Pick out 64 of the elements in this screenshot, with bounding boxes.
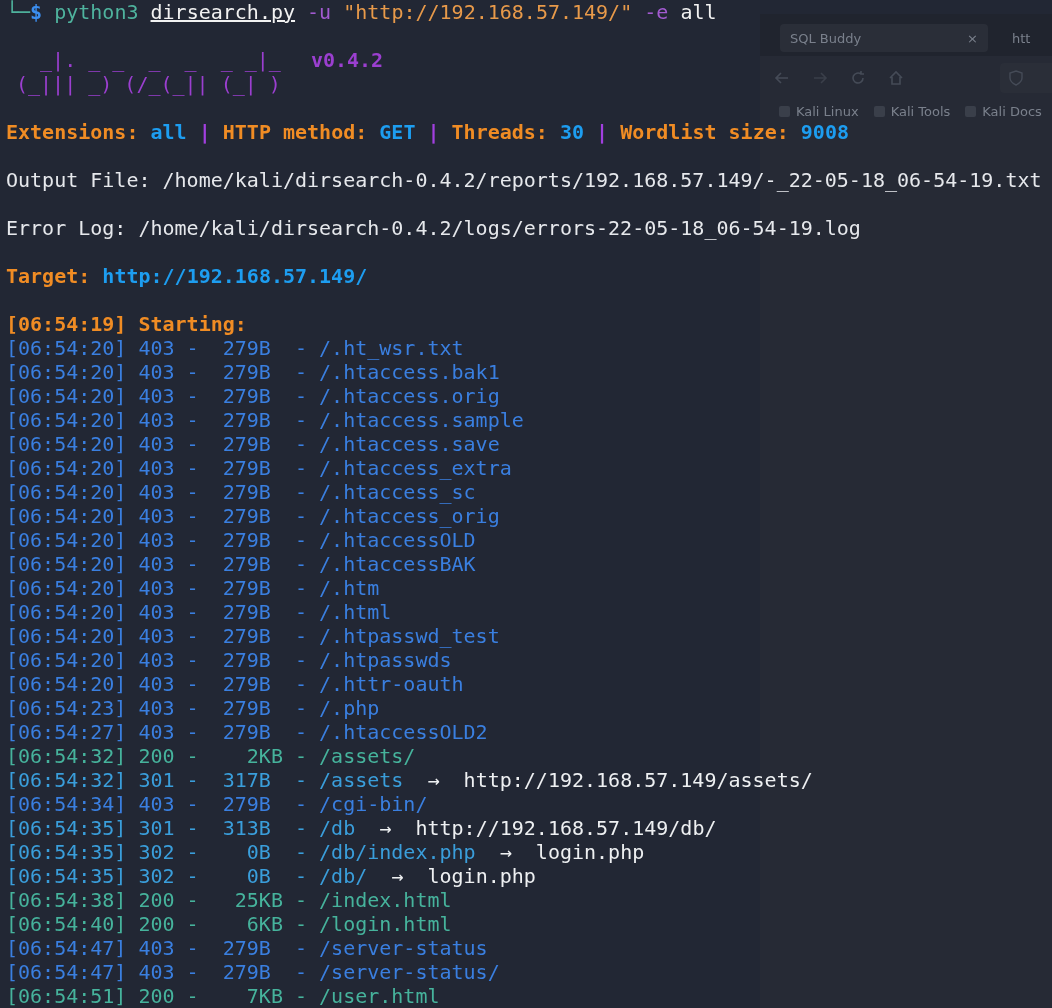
config-label: Threads: [451, 120, 548, 144]
starting-line: [06:54:19] Starting: [6, 312, 247, 336]
result-line: [06:54:35] 302 - 0B - /db/index.php → login.php [6, 840, 645, 864]
browser-tab[interactable]: htt [1002, 24, 1041, 52]
bookmark-link[interactable]: Kali Docs [964, 104, 1042, 119]
result-line: [06:54:20] 403 - 279B - /.htaccess.sample [6, 408, 524, 432]
result-line: [06:54:20] 403 - 279B - /.httr-oauth [6, 672, 464, 696]
prompt-symbol: └─ [6, 0, 31, 24]
command-token: -e [644, 0, 669, 24]
config-label: HTTP method: [222, 120, 368, 144]
result-line: [06:54:20] 403 - 279B - /.ht_wsr.txt [6, 336, 464, 360]
result-line: [06:54:20] 403 - 279B - /.html [6, 600, 392, 624]
result-line: [06:54:51] 200 - 7KB - /user.html [6, 984, 440, 1008]
target-label: Target: [6, 264, 91, 288]
config-value: 9008 [800, 120, 849, 144]
result-line: [06:54:47] 403 - 279B - /server-status [6, 936, 488, 960]
result-line: [06:54:20] 403 - 279B - /.htaccessOLD [6, 528, 476, 552]
config-value: GET [379, 120, 416, 144]
home-icon[interactable] [888, 70, 904, 86]
error-log-line: Error Log: /home/kali/dirsearch-0.4.2/logs/errors-22-05-18_06-54-19.log [6, 216, 862, 240]
result-line: [06:54:35] 302 - 0B - /db/ → login.php [6, 864, 536, 888]
back-arrow-icon[interactable] [774, 70, 790, 86]
separator: | [596, 120, 609, 144]
browser-tab[interactable]: SQL Buddy × [780, 24, 988, 52]
version-label: v0.4.2 [310, 48, 384, 72]
prompt-dollar: $ [30, 0, 43, 24]
reload-icon[interactable] [850, 70, 866, 86]
command-token: python3 [54, 0, 139, 24]
result-line: [06:54:20] 403 - 279B - /.htaccess.bak1 [6, 360, 500, 384]
result-line: [06:54:35] 301 - 313B - /db → http://192.168.57.149/db/ [6, 816, 717, 840]
result-line: [06:54:34] 403 - 279B - /cgi-bin/ [6, 792, 428, 816]
result-line: [06:54:38] 200 - 25KB - /index.html [6, 888, 452, 912]
separator: | [427, 120, 440, 144]
ascii-logo: _|. _ _ _ _ _ _|_ (_||| _) (/_(_|| (_| ) [16, 48, 281, 96]
bookmark-link[interactable]: Kali Tools [872, 104, 951, 119]
config-label: Extensions: [6, 120, 139, 144]
result-line: [06:54:40] 200 - 6KB - /login.html [6, 912, 452, 936]
command-token: all [680, 0, 717, 24]
address-bar[interactable] [1000, 63, 1052, 93]
output-file-line: Output File: /home/kali/dirsearch-0.4.2/reports/192.168.57.149/-_22-05-18_06-54-19.txt [6, 168, 1043, 192]
result-line: [06:54:20] 403 - 279B - /.htaccess_orig [6, 504, 500, 528]
separator: | [198, 120, 211, 144]
target-url: http://192.168.57.149/ [102, 264, 368, 288]
result-line: [06:54:47] 403 - 279B - /server-status/ [6, 960, 500, 984]
bookmark-link[interactable]: Kali Linux [778, 104, 859, 119]
command-token: -u [307, 0, 332, 24]
config-value: 30 [559, 120, 585, 144]
result-line: [06:54:20] 403 - 279B - /.htpasswd_test [6, 624, 500, 648]
command-token: dirsearch.py [150, 0, 296, 24]
config-value: all [150, 120, 187, 144]
result-line: [06:54:32] 200 - 2KB - /assets/ [6, 744, 416, 768]
result-line: [06:54:20] 403 - 279B - /.htaccess_extra [6, 456, 512, 480]
command-token: "http://192.168.57.149/" [343, 0, 633, 24]
result-line: [06:54:20] 403 - 279B - /.htm [6, 576, 380, 600]
result-line: [06:54:32] 301 - 317B - /assets → http://192.168.57.149/assets/ [6, 768, 813, 792]
result-line: [06:54:27] 403 - 279B - /.htaccessOLD2 [6, 720, 488, 744]
result-line: [06:54:20] 403 - 279B - /.htpasswds [6, 648, 452, 672]
result-line: [06:54:20] 403 - 279B - /.htaccess.orig [6, 384, 500, 408]
shield-icon [1008, 70, 1024, 86]
result-line: [06:54:20] 403 - 279B - /.htaccessBAK [6, 552, 476, 576]
result-line: [06:54:23] 403 - 279B - /.php [6, 696, 380, 720]
config-label: Wordlist size: [620, 120, 789, 144]
result-line: [06:54:20] 403 - 279B - /.htaccess_sc [6, 480, 476, 504]
result-line: [06:54:20] 403 - 279B - /.htaccess.save [6, 432, 500, 456]
